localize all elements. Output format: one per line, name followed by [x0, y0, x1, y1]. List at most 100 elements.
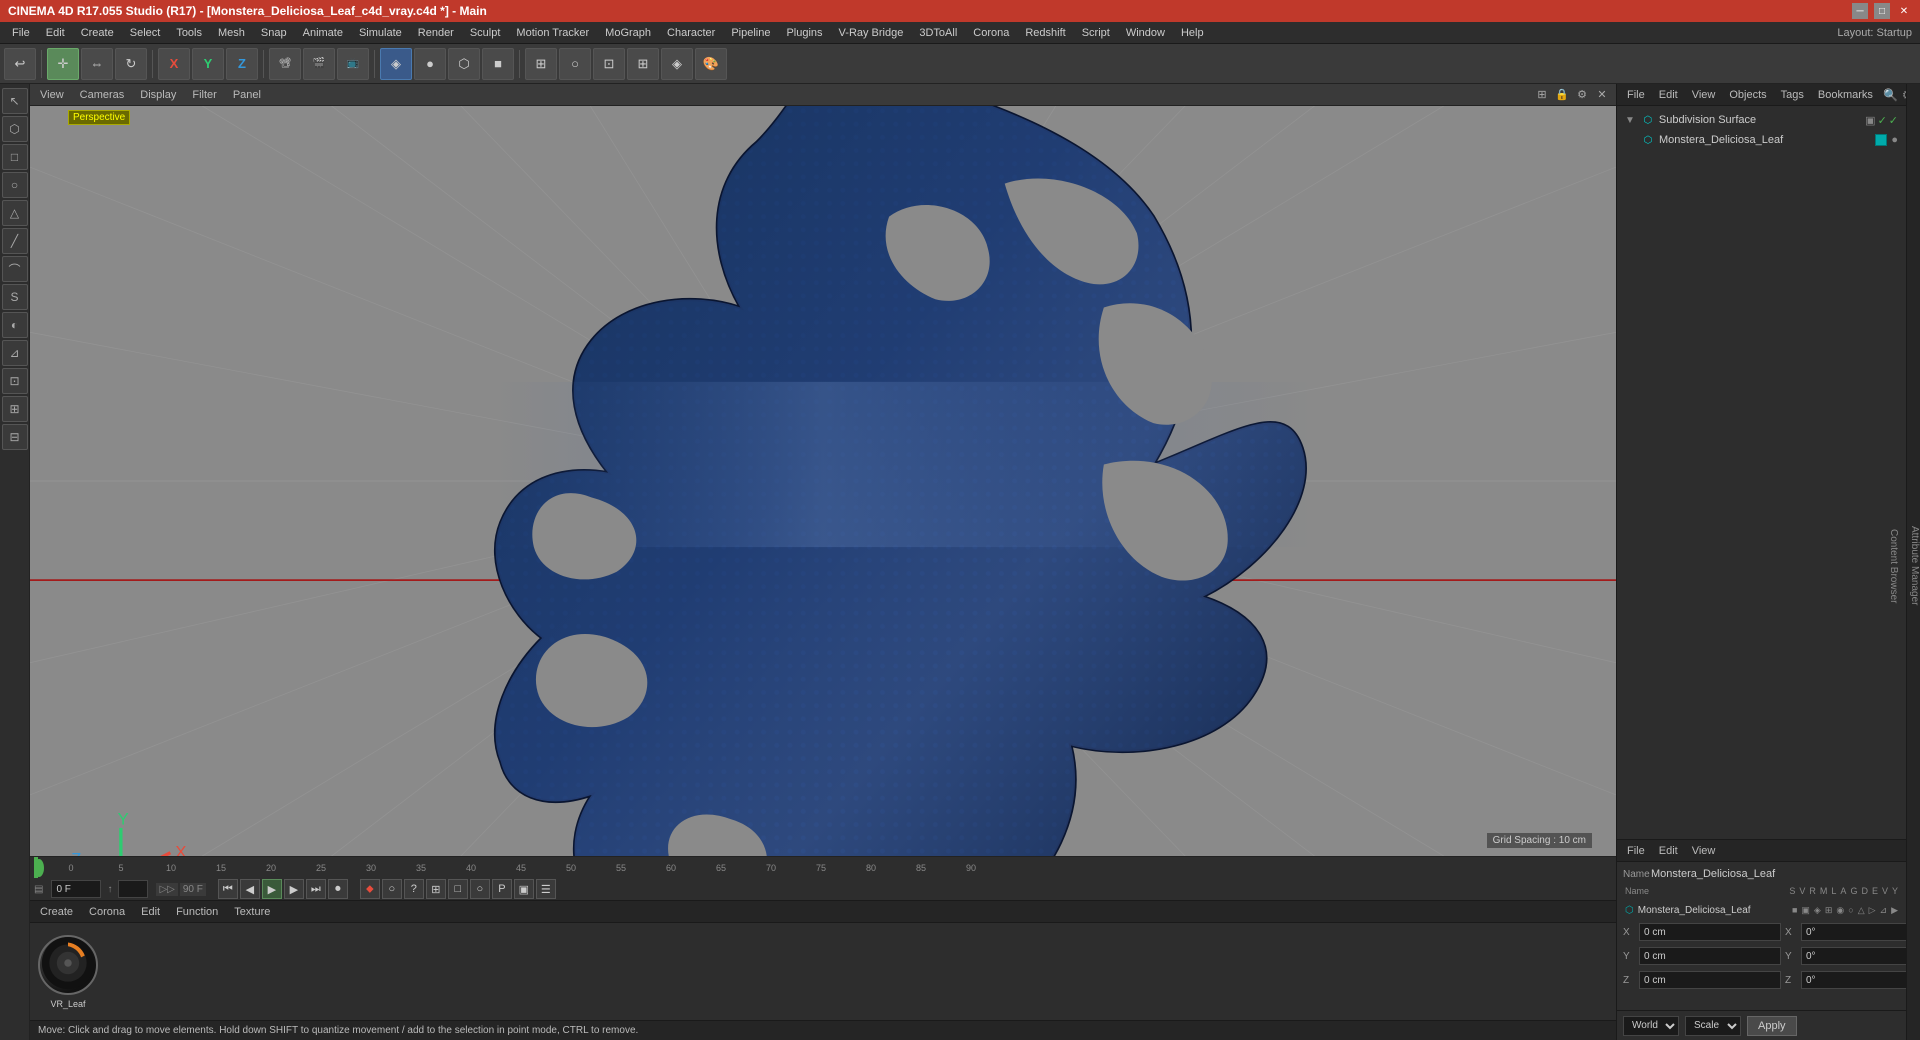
move-tool-button[interactable]: ✛: [47, 48, 79, 80]
viewport-close-button[interactable]: ✕: [1594, 87, 1610, 103]
objects-menu-edit[interactable]: Edit: [1655, 87, 1682, 103]
material-thumbnail[interactable]: [38, 935, 98, 995]
timeline-mode-button[interactable]: ?: [404, 879, 424, 899]
polygon-mode-button[interactable]: ■: [482, 48, 514, 80]
material-item[interactable]: VR_Leaf: [38, 935, 98, 1009]
monstera-tag-icon[interactable]: ●: [1891, 134, 1898, 146]
viewport-menu-filter[interactable]: Filter: [188, 87, 220, 103]
menu-window[interactable]: Window: [1118, 25, 1173, 41]
menu-corona[interactable]: Corona: [965, 25, 1017, 41]
workplane-button[interactable]: ◈: [661, 48, 693, 80]
prev-frame-button[interactable]: ◀: [240, 879, 260, 899]
world-dropdown[interactable]: World: [1623, 1016, 1679, 1036]
frame-number-input[interactable]: [118, 880, 148, 898]
sidebar-smooth-tool[interactable]: ⊟: [2, 424, 28, 450]
menu-redshift[interactable]: Redshift: [1017, 25, 1073, 41]
y-pos-input[interactable]: [1639, 947, 1781, 965]
sidebar-knife-tool[interactable]: ⊿: [2, 340, 28, 366]
goto-start-button[interactable]: ⏮: [218, 879, 238, 899]
props-menu-file[interactable]: File: [1623, 843, 1649, 859]
render-active-view-button[interactable]: 🎬: [303, 48, 335, 80]
point-mode-button[interactable]: ●: [414, 48, 446, 80]
tree-item-monstera[interactable]: ⬡ Monstera_Deliciosa_Leaf ●: [1621, 130, 1902, 150]
objects-menu-file[interactable]: File: [1623, 87, 1649, 103]
sidebar-magnet-tool[interactable]: ⊡: [2, 368, 28, 394]
timeline-settings-button[interactable]: ☰: [536, 879, 556, 899]
objects-menu-objects[interactable]: Objects: [1725, 87, 1770, 103]
keyframe-button[interactable]: ⬥: [360, 879, 380, 899]
edge-mode-button[interactable]: ⬡: [448, 48, 480, 80]
sidebar-brush-tool[interactable]: ◐: [2, 312, 28, 338]
sidebar-line-tool[interactable]: ╱: [2, 228, 28, 254]
viewport-menu-panel[interactable]: Panel: [229, 87, 265, 103]
z-pos-input[interactable]: [1639, 971, 1781, 989]
auto-keyframe-button[interactable]: ○: [382, 879, 402, 899]
menu-mesh[interactable]: Mesh: [210, 25, 253, 41]
key-params-button[interactable]: ▣: [514, 879, 534, 899]
sidebar-pointer-tool[interactable]: ↖: [2, 88, 28, 114]
menu-vray-bridge[interactable]: V-Ray Bridge: [831, 25, 912, 41]
close-button[interactable]: ✕: [1896, 3, 1912, 19]
menu-help[interactable]: Help: [1173, 25, 1212, 41]
material-menu-create[interactable]: Create: [36, 904, 77, 920]
solo-button[interactable]: ○: [559, 48, 591, 80]
content-browser-tab[interactable]: Content Browser: [1888, 529, 1899, 603]
rotate-tool-button[interactable]: ↻: [115, 48, 147, 80]
sidebar-arc-tool[interactable]: ⌒: [2, 256, 28, 282]
z-rot-input[interactable]: [1801, 971, 1920, 989]
apply-button[interactable]: Apply: [1747, 1016, 1797, 1036]
sidebar-twist-tool[interactable]: ⊞: [2, 396, 28, 422]
object-mode-button[interactable]: ◈: [380, 48, 412, 80]
scale-dropdown[interactable]: Scale: [1685, 1016, 1741, 1036]
menu-animate[interactable]: Animate: [295, 25, 351, 41]
menu-sculpt[interactable]: Sculpt: [462, 25, 509, 41]
prop-toggle-1[interactable]: ■: [1792, 905, 1797, 916]
viewport-lock-button[interactable]: 🔒: [1554, 87, 1570, 103]
menu-tools[interactable]: Tools: [168, 25, 210, 41]
menu-select[interactable]: Select: [122, 25, 169, 41]
menu-3dtoall[interactable]: 3DToAll: [911, 25, 965, 41]
objects-menu-view[interactable]: View: [1688, 87, 1720, 103]
color-picker-button[interactable]: 🎨: [695, 48, 727, 80]
menu-file[interactable]: File: [4, 25, 38, 41]
key-all-button[interactable]: ⊞: [426, 879, 446, 899]
props-menu-view[interactable]: View: [1688, 843, 1720, 859]
viewport-canvas[interactable]: X Y Z Perspective Grid Spacing : 10 cm: [30, 106, 1616, 856]
frame-end-label[interactable]: 90 F: [180, 883, 206, 896]
render-region-button[interactable]: 📽: [269, 48, 301, 80]
record-button[interactable]: ⏺: [328, 879, 348, 899]
timeline-ruler[interactable]: 0 5 10 15 20 25 30 35 40 45 50 55 60 65 …: [30, 857, 1616, 878]
menu-snap[interactable]: Snap: [253, 25, 295, 41]
sidebar-live-selection[interactable]: ⬡: [2, 116, 28, 142]
prop-toggle-4[interactable]: ⊞: [1825, 905, 1833, 916]
props-menu-edit[interactable]: Edit: [1655, 843, 1682, 859]
sidebar-polygon-selection[interactable]: △: [2, 200, 28, 226]
key-scale-button[interactable]: P: [492, 879, 512, 899]
snap-button[interactable]: ⊞: [525, 48, 557, 80]
prop-toggle-7[interactable]: △: [1858, 905, 1865, 916]
y-axis-button[interactable]: Y: [192, 48, 224, 80]
menu-character[interactable]: Character: [659, 25, 723, 41]
material-menu-corona[interactable]: Corona: [85, 904, 129, 920]
obj-visible-icon[interactable]: ✓: [1878, 114, 1887, 127]
z-axis-button[interactable]: Z: [226, 48, 258, 80]
prop-toggle-3[interactable]: ◈: [1814, 905, 1821, 916]
goto-end-button[interactable]: ⏭: [306, 879, 326, 899]
scale-tool-button[interactable]: ⇔: [81, 48, 113, 80]
prop-toggle-6[interactable]: ○: [1848, 905, 1853, 916]
menu-simulate[interactable]: Simulate: [351, 25, 410, 41]
frame-rate-button[interactable]: ▷▷: [156, 883, 177, 896]
sidebar-free-selection[interactable]: ○: [2, 172, 28, 198]
menu-script[interactable]: Script: [1074, 25, 1118, 41]
menu-mograph[interactable]: MoGraph: [597, 25, 659, 41]
menu-motion-tracker[interactable]: Motion Tracker: [508, 25, 597, 41]
render-all-button[interactable]: 📺: [337, 48, 369, 80]
menu-plugins[interactable]: Plugins: [778, 25, 830, 41]
undo-button[interactable]: ↩: [4, 48, 36, 80]
key-rot-button[interactable]: ○: [470, 879, 490, 899]
menu-create[interactable]: Create: [73, 25, 122, 41]
menu-render[interactable]: Render: [410, 25, 462, 41]
prop-toggle-2[interactable]: ▣: [1801, 905, 1810, 916]
current-frame-input[interactable]: [51, 880, 101, 898]
play-button[interactable]: ▶: [262, 879, 282, 899]
